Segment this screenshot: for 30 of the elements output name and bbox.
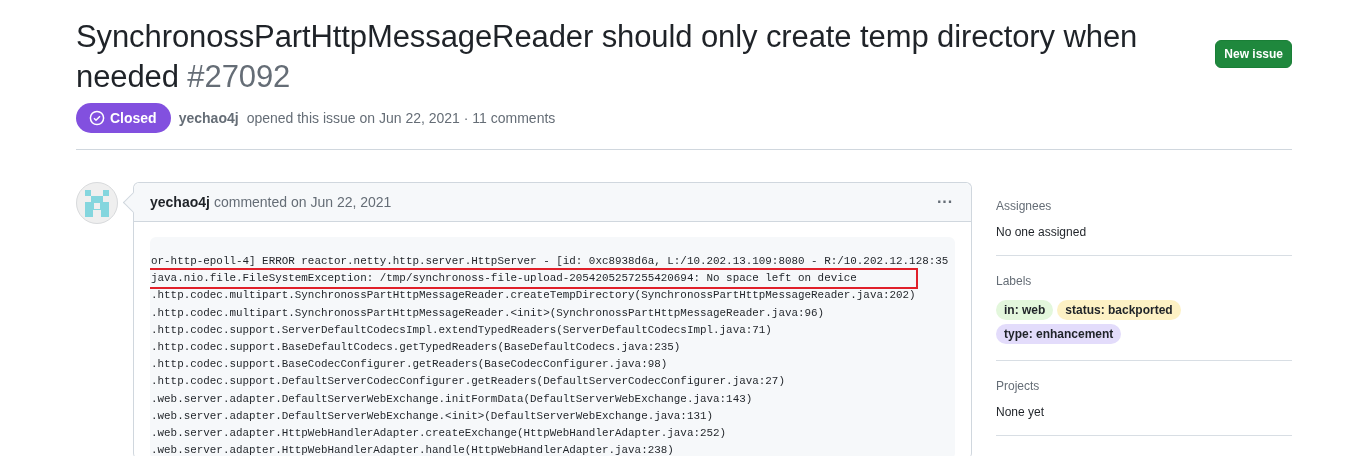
issue-meta: opened this issue on Jun 22, 2021 · 11 comments xyxy=(246,110,556,126)
label-tag[interactable]: in: web xyxy=(996,300,1054,320)
label-tag[interactable]: type: enhancement xyxy=(996,324,1122,344)
more-menu[interactable]: ··· xyxy=(937,193,953,211)
code-line: .http.codec.support.ServerDefaultCodecsImpl.extendTypedReaders(ServerDefaultCodecsImpl.java:71) xyxy=(151,322,773,338)
new-issue-button[interactable]: New issue xyxy=(1215,40,1292,68)
code-line: .http.codec.support.DefaultServerCodecConfigurer.getReaders(DefaultServerCodecConfigurer.java:27) xyxy=(151,374,786,390)
avatar xyxy=(76,182,118,224)
code-line: .http.codec.support.BaseCodecConfigurer.getReaders(BaseCodecConfigurer.java:98) xyxy=(151,357,669,373)
author-link[interactable]: yechao4j xyxy=(178,110,239,126)
code-line: .web.server.adapter.DefaultServerWebExchange.initFormData(DefaultServerWebExchange.java:143) xyxy=(151,391,754,407)
issue-title: SynchronossPartHttpMessageReader should only create temp directory when needed #27092 xyxy=(76,18,1139,96)
code-line: .http.codec.support.BaseDefaultCodecs.getTypedReaders(BaseDefaultCodecs.java:235) xyxy=(151,340,682,355)
code-line: .http.codec.multipart.SynchronossPartHttpMessageReader.<init>(SynchronossPartHttpMessageReader.java:96) xyxy=(151,305,826,321)
code-line: .http.codec.multipart.SynchronossPartHttpMessageReader.createTempDirectory(SynchronossPartHttpMessageReader.java:202) xyxy=(151,288,917,304)
section-heading[interactable]: Assignees xyxy=(996,199,1292,213)
code-line: or-http-epoll-4] ERROR reactor.netty.http.server.HttpServer - [id: 0xc8938d6a, L:/10.202.13.109:8080 - R:/10.202.12.128:35 xyxy=(151,254,950,269)
author-link[interactable]: yechao4j xyxy=(150,194,210,210)
status-badge: Closed xyxy=(76,103,171,133)
section-heading[interactable]: Labels xyxy=(996,274,1292,288)
check-circle-icon xyxy=(89,110,105,126)
section-value: None yet xyxy=(996,405,1046,419)
section-heading[interactable]: Projects xyxy=(996,379,1292,393)
code-line: .web.server.adapter.HttpWebHandlerAdapter.handle(HttpWebHandlerAdapter.java:238) xyxy=(151,443,675,456)
code-line: .web.server.adapter.DefaultServerWebExchange.<init>(DefaultServerWebExchange.java:131) xyxy=(151,408,715,424)
comment-meta: commented on Jun 22, 2021 xyxy=(213,194,392,210)
label-tag[interactable]: status: backported xyxy=(1057,300,1181,320)
code-line: .web.server.adapter.HttpWebHandlerAdapter.createExchange(HttpWebHandlerAdapter.java:252) xyxy=(151,426,728,442)
code-line: java.nio.file.FileSystemException: /tmp/synchronoss-file-upload-2054205257255420694: No space left on device xyxy=(151,270,955,288)
section-value: No one assigned xyxy=(996,225,1088,239)
